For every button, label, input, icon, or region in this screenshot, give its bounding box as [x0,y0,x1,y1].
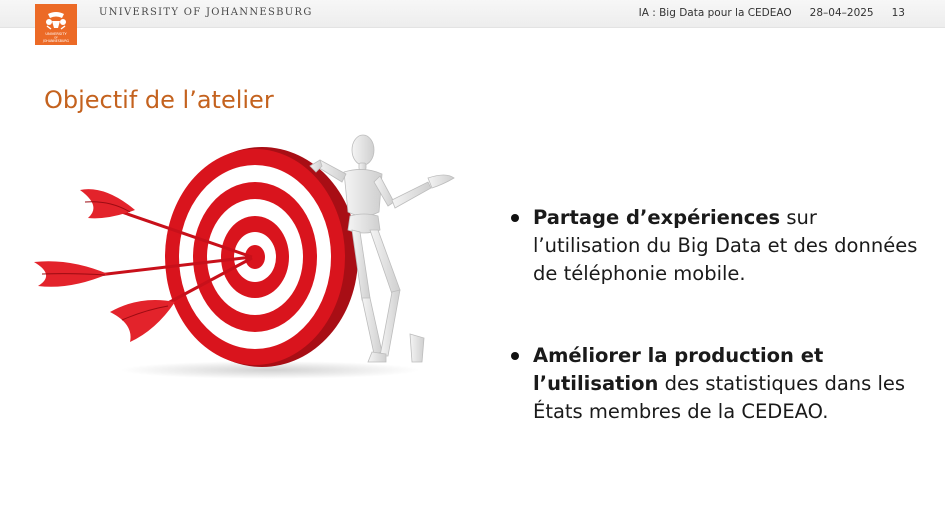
page-number: 13 [891,7,905,19]
bullet-item: Améliorer la production et l’utilisation… [508,342,918,426]
institution-name: UNIVERSITY OF JOHANNESBURG [99,7,313,18]
bullet-list: Partage d’expériences sur l’utilisation … [508,204,918,426]
target-illustration [30,130,460,380]
bullet-bold: Partage d’expériences [533,206,781,229]
bullet-item: Partage d’expériences sur l’utilisation … [508,204,918,288]
slide: UNIVERSITY OF JOHANNESBURG IA : Big Data… [0,0,945,532]
short-title: IA : Big Data pour la CEDEAO [638,7,792,19]
svg-text:JOHANNESBURG: JOHANNESBURG [42,39,70,43]
slide-title: Objectif de l’atelier [44,86,274,114]
university-logo: UNIVERSITY OF JOHANNESBURG [35,4,77,45]
slide-date: 28–04–2025 [809,7,874,19]
target-icon [165,149,345,365]
header-info: IA : Big Data pour la CEDEAO 28–04–2025 … [639,7,905,19]
header-bar: UNIVERSITY OF JOHANNESBURG IA : Big Data… [0,0,945,28]
